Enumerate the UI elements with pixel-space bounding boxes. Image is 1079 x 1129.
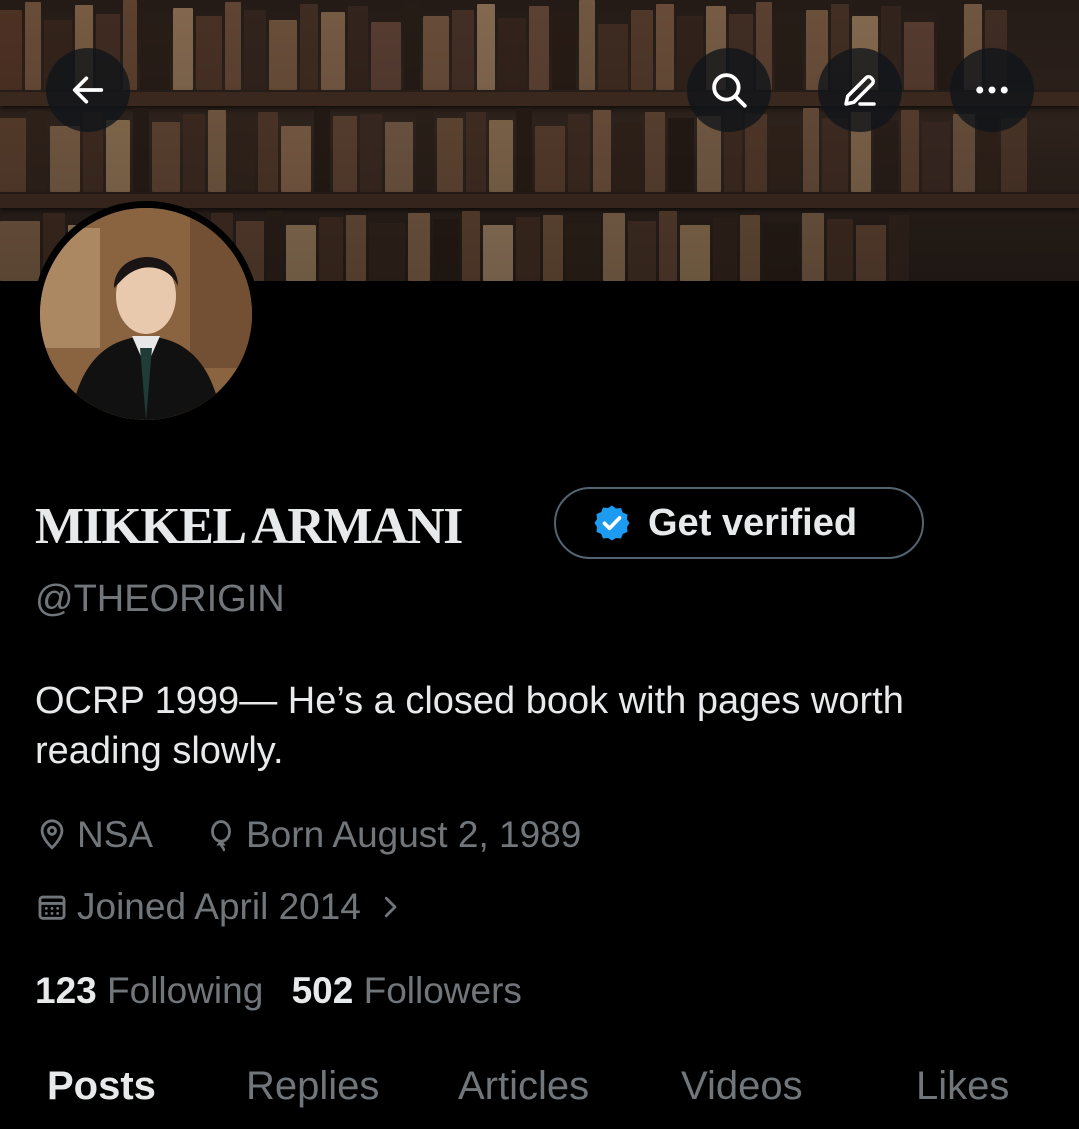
tab-likes[interactable]: Likes: [916, 1064, 1009, 1109]
pencil-icon: [844, 75, 876, 106]
bio-line: OCRP 1999— He’s a closed book with pages…: [35, 680, 904, 722]
tab-videos[interactable]: Videos: [681, 1064, 803, 1109]
display-name: MIKKEL ARMANI: [35, 498, 463, 555]
user-handle: @THEORIGIN: [35, 578, 285, 620]
tab-articles[interactable]: Articles: [458, 1064, 589, 1109]
search-icon: [712, 73, 747, 108]
back-button[interactable]: [46, 48, 130, 132]
get-verified-label: Get verified: [648, 501, 858, 544]
balloon-icon: [211, 820, 231, 852]
chevron-right-icon: [384, 896, 397, 918]
following-link[interactable]: 123 Following: [35, 970, 263, 1011]
edit-button[interactable]: [818, 48, 902, 132]
follow-stats: 123 Following 502 Followers: [35, 970, 522, 1012]
tab-posts[interactable]: Posts: [47, 1064, 156, 1109]
joined-item[interactable]: Joined April 2014: [35, 886, 413, 928]
verified-badge-icon: [594, 505, 630, 541]
location-pin-icon: [40, 819, 64, 850]
profile-tabs: Posts Replies Articles Videos Likes: [0, 1058, 1079, 1129]
birthday-item: Born August 2, 1989: [204, 814, 581, 856]
joined-text: Joined April 2014: [77, 886, 361, 927]
tab-replies[interactable]: Replies: [246, 1064, 379, 1109]
following-count: 123: [35, 970, 97, 1011]
get-verified-button[interactable]: Get verified: [554, 487, 924, 559]
more-button[interactable]: [950, 48, 1034, 132]
arrow-left-icon: [72, 76, 104, 104]
followers-link[interactable]: 502 Followers: [292, 970, 522, 1011]
avatar[interactable]: [33, 201, 259, 427]
following-label: Following: [107, 970, 264, 1011]
search-button[interactable]: [687, 48, 771, 132]
location-item: NSA: [35, 814, 153, 856]
followers-label: Followers: [363, 970, 522, 1011]
birthday-text: Born August 2, 1989: [246, 814, 582, 855]
location-text: NSA: [77, 814, 154, 855]
calendar-icon: [38, 895, 66, 920]
avatar-illustration: [40, 208, 252, 420]
bio-line: reading slowly.: [35, 730, 284, 772]
bio: OCRP 1999— He’s a closed book with pages…: [35, 676, 1045, 776]
avatar-photo: [40, 208, 252, 420]
more-horizontal-icon: [976, 86, 1008, 94]
followers-count: 502: [291, 970, 354, 1011]
